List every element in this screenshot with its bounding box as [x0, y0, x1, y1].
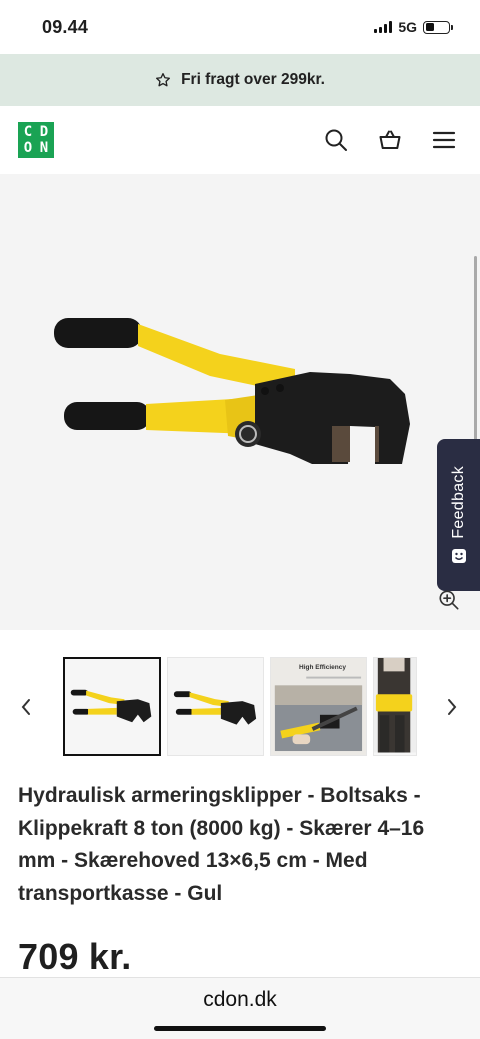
basket-button[interactable] [378, 128, 402, 152]
browser-url-bar[interactable]: cdon.dk [0, 977, 480, 1039]
product-image-area[interactable] [0, 174, 480, 630]
network-type: 5G [398, 19, 417, 35]
basket-icon [379, 130, 401, 149]
status-time: 09.44 [42, 16, 89, 37]
zoom-in-icon[interactable] [438, 589, 460, 611]
thumb-next-button[interactable] [442, 693, 462, 721]
menu-button[interactable] [432, 128, 456, 152]
chevron-right-icon [448, 699, 457, 715]
header-actions [324, 128, 456, 152]
thumb-prev-button[interactable] [16, 693, 36, 721]
thumbnail-4[interactable] [373, 657, 417, 756]
thumbnail-image [168, 658, 263, 755]
logo-letter: D [39, 124, 49, 140]
product-image [54, 318, 410, 464]
status-indicators: 5G [374, 19, 453, 35]
status-bar: 09.44 5G [0, 0, 480, 54]
smiley-icon [451, 549, 466, 564]
thumbnail-3[interactable]: High Efficiency [270, 657, 367, 756]
thumbnail-1[interactable] [63, 657, 161, 756]
search-icon [325, 129, 347, 151]
feedback-label: Feedback [449, 465, 467, 539]
thumbnail-heading: High Efficiency [299, 664, 346, 671]
battery-icon [423, 20, 453, 34]
url-text[interactable]: cdon.dk [0, 988, 480, 1012]
star-icon [156, 73, 171, 87]
feedback-tab[interactable]: Feedback [437, 439, 480, 591]
signal-icon [374, 21, 393, 33]
site-header: C D O N [0, 106, 480, 174]
home-indicator[interactable] [154, 1026, 326, 1031]
cdon-logo[interactable]: C D O N [18, 122, 54, 158]
product-price: 709 kr. [18, 936, 132, 977]
thumbnail-image [374, 658, 416, 753]
thumbnail-image [65, 659, 159, 754]
scrollbar-thumb[interactable] [474, 256, 477, 442]
search-button[interactable] [324, 128, 348, 152]
promo-banner: Fri fragt over 299kr. [0, 54, 480, 106]
upper-handle-grip [54, 318, 142, 348]
thumbnail-image [271, 658, 366, 755]
thumbnail-strip: High Efficiency [0, 657, 480, 757]
logo-letter: O [23, 140, 33, 156]
promo-text: Fri fragt over 299kr. [181, 71, 325, 88]
chevron-left-icon [21, 699, 30, 715]
thumbnail-2[interactable] [167, 657, 264, 756]
product-title: Hydraulisk armeringsklipper - Boltsaks -… [18, 784, 425, 905]
logo-letter: N [39, 140, 49, 156]
lower-handle-grip [64, 402, 150, 430]
logo-letter: C [23, 124, 33, 140]
menu-icon [432, 131, 456, 149]
